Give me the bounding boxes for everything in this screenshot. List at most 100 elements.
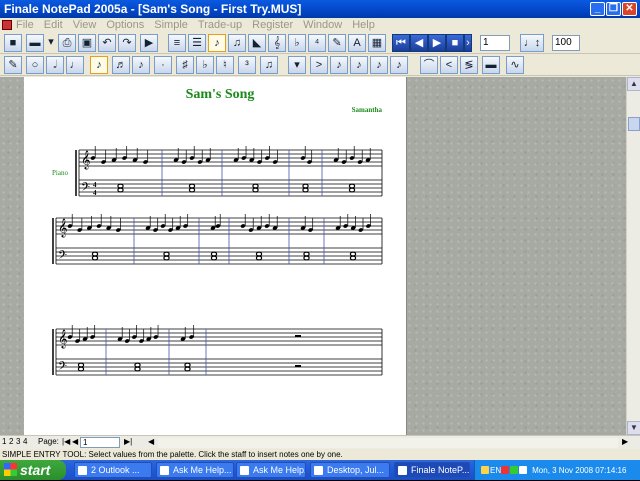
speedy-icon[interactable]: ▶ bbox=[140, 34, 158, 52]
half-note-icon[interactable]: 𝅗𝅥 bbox=[46, 56, 64, 74]
task-ask-me-help-1[interactable]: Ask Me Help... bbox=[156, 462, 234, 478]
task-ask-me-help-2[interactable]: Ask Me Help... bbox=[236, 462, 306, 478]
forward-icon[interactable]: › bbox=[464, 34, 472, 52]
tray-icon[interactable] bbox=[481, 466, 489, 474]
new-icon[interactable]: ■ bbox=[4, 34, 22, 52]
chord-note bbox=[302, 187, 309, 193]
scroll-down-icon[interactable]: ▼ bbox=[627, 421, 640, 435]
natural-icon[interactable]: ♮ bbox=[216, 56, 234, 74]
page-tab-1[interactable]: 1 bbox=[2, 437, 6, 446]
menu-simple[interactable]: Simple bbox=[154, 19, 188, 31]
chord-note bbox=[184, 362, 191, 368]
scroll-view-icon[interactable]: ≡ bbox=[168, 34, 186, 52]
menu-help[interactable]: Help bbox=[352, 19, 375, 31]
thirtysecond-note-icon[interactable]: ♪ bbox=[132, 56, 150, 74]
back-icon[interactable]: ◀ bbox=[410, 34, 428, 52]
tray-icon[interactable] bbox=[501, 466, 510, 474]
close-button[interactable]: ✕ bbox=[622, 2, 637, 16]
horizontal-scroll-track[interactable] bbox=[158, 438, 618, 448]
hairpin-icon[interactable]: ▬ bbox=[482, 56, 500, 74]
next-page-icon[interactable]: ▶| bbox=[124, 437, 132, 446]
crescendo-icon[interactable]: < bbox=[440, 56, 458, 74]
tray-icon[interactable] bbox=[510, 466, 519, 474]
page-view-icon[interactable]: ☰ bbox=[188, 34, 206, 52]
menu-register[interactable]: Register bbox=[252, 19, 293, 31]
sixteenth-note-icon[interactable]: ♬ bbox=[112, 56, 130, 74]
undo-icon[interactable]: ↶ bbox=[98, 34, 116, 52]
app-window: Finale NotePad 2005a - [Sam's Song - Fir… bbox=[0, 0, 640, 460]
open-icon[interactable]: ▬ bbox=[26, 34, 44, 52]
rest-icon[interactable]: ♫ bbox=[260, 56, 278, 74]
stop-icon[interactable]: ■ bbox=[446, 34, 464, 52]
menu-options[interactable]: Options bbox=[106, 19, 144, 31]
eraser-icon[interactable]: ✎ bbox=[4, 56, 22, 74]
save-icon[interactable]: ▣ bbox=[78, 34, 96, 52]
clef-tool-icon[interactable]: ♭ bbox=[288, 34, 306, 52]
quarter-note-icon[interactable]: ♩ bbox=[66, 56, 84, 74]
slur-icon[interactable]: ⌒ bbox=[420, 56, 438, 74]
play-icon[interactable]: ▶ bbox=[428, 34, 446, 52]
first-page-icon[interactable]: |◀ bbox=[62, 437, 70, 446]
marcato-icon[interactable]: ♪ bbox=[390, 56, 408, 74]
decrescendo-icon[interactable]: ≶ bbox=[460, 56, 478, 74]
tie-icon[interactable]: ♯ bbox=[176, 56, 194, 74]
music-notation[interactable]: Sam's Song Samantha Piano 𝄞𝄢 44𝄞𝄢𝄞𝄢 bbox=[24, 77, 406, 435]
menu-file[interactable]: File bbox=[16, 19, 34, 31]
flat-icon[interactable]: ♭ bbox=[196, 56, 214, 74]
prev-page-icon[interactable]: ◀ bbox=[72, 437, 78, 446]
menu-view[interactable]: View bbox=[73, 19, 97, 31]
trill-icon[interactable]: ∿ bbox=[506, 56, 524, 74]
document-icon[interactable] bbox=[2, 20, 12, 30]
score-page[interactable]: Sam's Song Samantha Piano 𝄞 𝄢 4 4 𝄞 𝄢 𝄞 𝄢 bbox=[24, 77, 406, 435]
page-tab-2[interactable]: 2 bbox=[9, 437, 13, 446]
menu-window[interactable]: Window bbox=[303, 19, 342, 31]
tenuto-icon[interactable]: ♪ bbox=[350, 56, 368, 74]
scroll-left-icon[interactable]: ◀ bbox=[148, 437, 154, 446]
measure-spinner[interactable]: 1 bbox=[480, 35, 510, 51]
rewind-icon[interactable]: ⏮ bbox=[392, 34, 410, 52]
menu-trade-up[interactable]: Trade-up bbox=[198, 19, 242, 31]
tempo-spinner[interactable]: 100 bbox=[552, 35, 580, 51]
start-label: start bbox=[20, 462, 51, 478]
simple-entry-icon[interactable]: ♪ bbox=[208, 34, 226, 52]
outlook-icon bbox=[78, 466, 87, 475]
dot-icon[interactable]: · bbox=[154, 56, 172, 74]
page-tab-3[interactable]: 3 bbox=[16, 437, 20, 446]
page-input[interactable]: 1 bbox=[80, 437, 120, 448]
staccato-icon[interactable]: ♪ bbox=[330, 56, 348, 74]
language-indicator[interactable]: EN bbox=[490, 466, 501, 475]
speedy-entry-icon[interactable]: ♫ bbox=[228, 34, 246, 52]
task-outlook[interactable]: 2 Outlook ... bbox=[74, 462, 152, 478]
voice-dropdown-icon[interactable]: ▾ bbox=[288, 56, 306, 74]
scroll-up-icon[interactable]: ▲ bbox=[627, 77, 640, 91]
lyrics-icon[interactable]: ▦ bbox=[368, 34, 386, 52]
vertical-scrollbar[interactable]: ▲ ▼ bbox=[626, 77, 640, 435]
key-sig-icon[interactable]: ⁴ bbox=[308, 34, 326, 52]
print-icon[interactable]: ⎙ bbox=[58, 34, 76, 52]
task-desktop[interactable]: Desktop, Jul... bbox=[310, 462, 390, 478]
whole-note-icon[interactable]: ○ bbox=[26, 56, 44, 74]
time-sig-icon[interactable]: ✎ bbox=[328, 34, 346, 52]
start-button[interactable]: start bbox=[0, 460, 66, 480]
redo-icon[interactable]: ↷ bbox=[118, 34, 136, 52]
staff-tool-icon[interactable]: 𝄞 bbox=[268, 34, 286, 52]
text-tool-icon[interactable]: A bbox=[348, 34, 366, 52]
task-finale[interactable]: Finale NoteP... bbox=[394, 462, 470, 478]
scroll-right-icon[interactable]: ▶ bbox=[622, 437, 628, 446]
fermata-icon[interactable]: ♪ bbox=[370, 56, 388, 74]
menu-edit[interactable]: Edit bbox=[44, 19, 63, 31]
minimize-button[interactable]: _ bbox=[590, 2, 605, 16]
tray-icon[interactable] bbox=[519, 466, 528, 474]
clock[interactable]: Mon, 3 Nov 2008 07:14:16 bbox=[532, 466, 626, 475]
page-tab-4[interactable]: 4 bbox=[23, 437, 27, 446]
restore-button[interactable]: ❐ bbox=[606, 2, 621, 16]
eighth-note-icon[interactable]: ♪ bbox=[90, 56, 108, 74]
entry-palette: ✎ ○ 𝅗𝅥 ♩ ♪ ♬ ♪ · ♯ ♭ ♮ ³ ♫ ▾ > ♪ ♪ ♪ ♪ ⌒… bbox=[0, 54, 640, 76]
dropdown-icon[interactable]: ▾ bbox=[46, 34, 56, 52]
score-workspace[interactable]: Sam's Song Samantha Piano 𝄞 𝄢 4 4 𝄞 𝄢 𝄞 𝄢 bbox=[0, 77, 626, 435]
selection-icon[interactable]: ◣ bbox=[248, 34, 266, 52]
tuplet-icon[interactable]: ³ bbox=[238, 56, 256, 74]
accent-icon[interactable]: > bbox=[310, 56, 328, 74]
scroll-thumb[interactable] bbox=[628, 117, 640, 131]
playback-settings-icon[interactable]: ♩↕ bbox=[520, 34, 544, 52]
